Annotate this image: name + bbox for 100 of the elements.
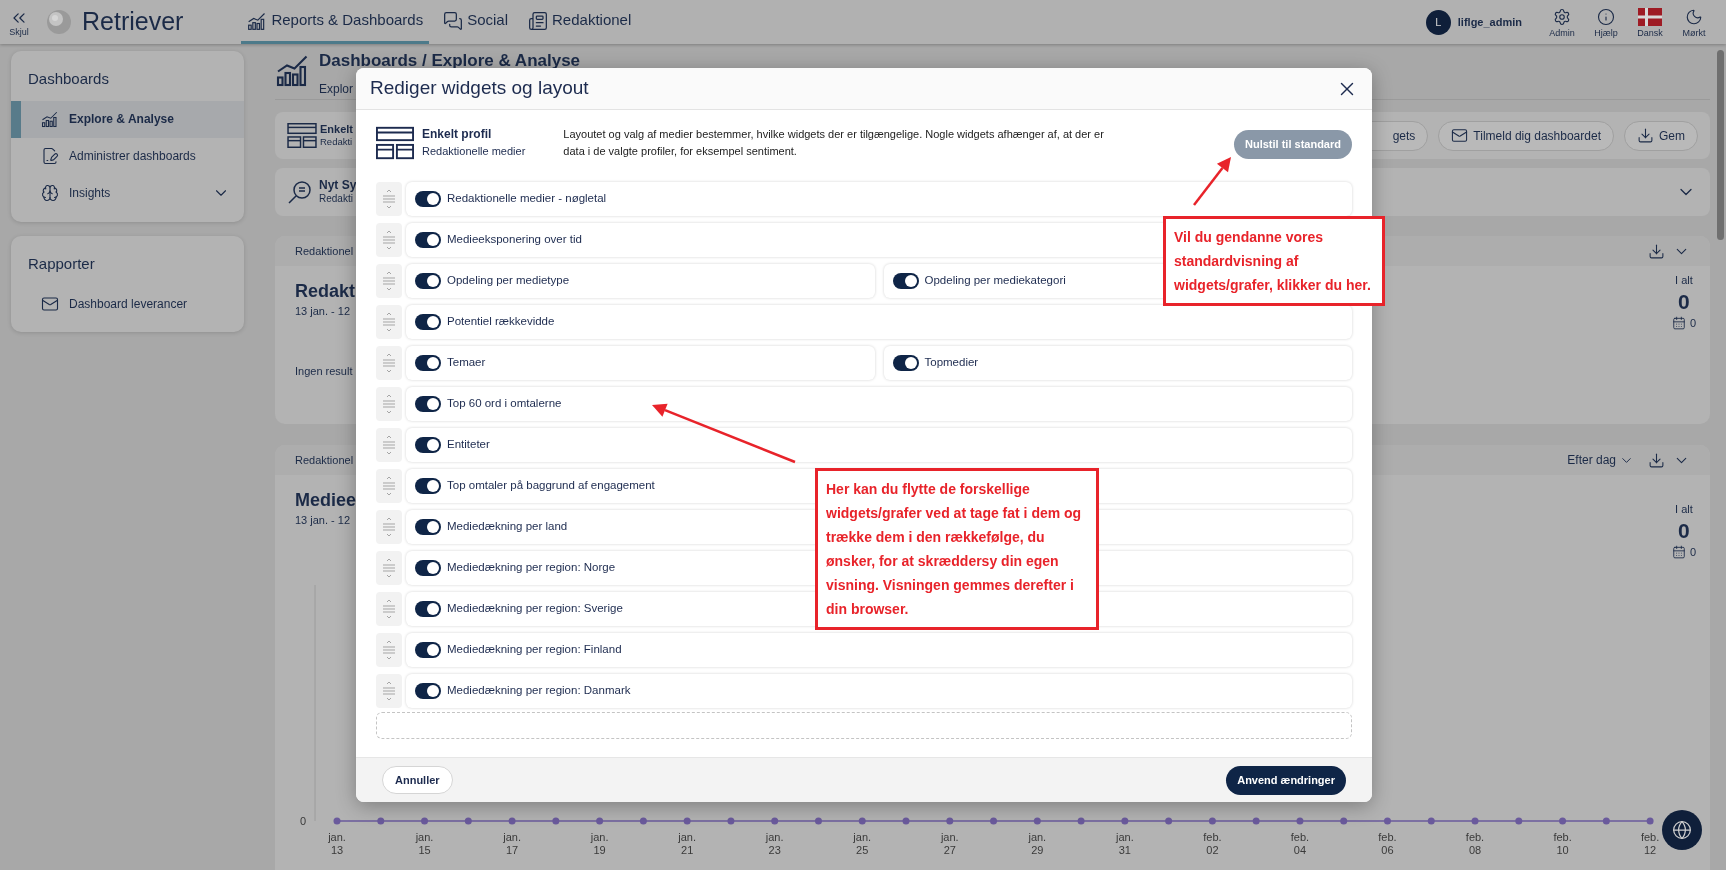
cancel-button[interactable]: Annuller — [382, 766, 453, 794]
nav-tab[interactable]: Redaktionel — [522, 0, 638, 44]
widget-label: Opdeling per medietype — [447, 273, 570, 289]
drag-handle[interactable] — [376, 346, 402, 380]
toggle-switch[interactable] — [415, 478, 441, 494]
toolbar-button[interactable]: Dansk — [1628, 6, 1672, 38]
moon-icon — [1685, 7, 1703, 26]
widget-row[interactable]: Mediedækning per region: Danmark — [406, 674, 1352, 708]
date-range: 13 jan. - 12 — [295, 303, 352, 319]
widget-row[interactable]: Opdeling per medietype — [406, 264, 875, 298]
axis-label: feb. 10 — [1553, 831, 1572, 856]
toggle-switch[interactable] — [415, 273, 441, 289]
nav-tab[interactable]: Social — [437, 0, 515, 44]
widget-row[interactable]: Topmedier — [883, 346, 1352, 380]
widget-row[interactable]: Potentiel rækkevidde — [406, 305, 1352, 339]
collapse-button[interactable]: Skjul — [4, 7, 34, 37]
date-range: 13 jan. - 12 — [295, 512, 352, 528]
sidebar-item[interactable]: Explore & Analyse — [11, 100, 244, 138]
page-title: Dashboards / Explore & Analyse — [319, 52, 581, 70]
drag-handle[interactable] — [376, 510, 402, 544]
drag-handle-icon — [382, 599, 396, 619]
axis-label: jan. 21 — [678, 831, 697, 856]
toolbar-button[interactable]: Hjælp — [1584, 6, 1628, 38]
logo-text: Retriever — [82, 6, 184, 38]
toggle-switch[interactable] — [415, 601, 441, 617]
total-value: 0 — [1678, 288, 1690, 315]
toggle-switch[interactable] — [415, 396, 441, 412]
drag-handle[interactable] — [376, 633, 402, 667]
widget-label: Mediedækning per region: Norge — [447, 560, 616, 576]
drag-handle-icon — [382, 517, 396, 537]
axis-label: 0 — [299, 815, 307, 827]
drag-handle-icon — [382, 681, 396, 701]
widget-label: Medieeksponering over tid — [447, 232, 582, 248]
globe-icon — [1672, 820, 1692, 840]
drag-handle[interactable] — [376, 264, 402, 298]
toggle-switch[interactable] — [415, 560, 441, 576]
axis-label: jan. 23 — [765, 831, 784, 856]
widget-label: Redaktionelle medier - nøgletal — [447, 191, 607, 207]
toolbar-button[interactable]: Gem — [1624, 120, 1698, 151]
toolbar-button[interactable]: Tilmeld dig dashboardet — [1438, 120, 1614, 151]
drag-handle-icon — [382, 435, 396, 455]
flag-icon — [1638, 7, 1662, 26]
bar-chart-icon — [247, 10, 268, 31]
sidebar-item[interactable]: Insights — [11, 174, 244, 212]
section-title: Dashboards — [27, 69, 110, 89]
scrollbar[interactable] — [1717, 50, 1724, 240]
widget-row[interactable]: Entiteter — [406, 428, 1352, 462]
profile-name: Enkelt profil — [422, 127, 493, 143]
widget-row[interactable]: Mediedækning per region: Finland — [406, 633, 1352, 667]
sub-total: 0 — [1689, 544, 1696, 560]
widget-label: Top omtaler på baggrund af engagement — [447, 478, 655, 494]
dropdown-button[interactable]: Efter dag — [1567, 451, 1634, 469]
profile-subtitle: Redakti — [320, 136, 353, 149]
toggle-switch[interactable] — [892, 273, 919, 289]
drag-handle[interactable] — [376, 592, 402, 626]
user-name[interactable]: liflge_admin — [1457, 13, 1522, 31]
total-label: I alt — [1675, 502, 1693, 517]
nav-tab[interactable]: Reports & Dashboards — [241, 0, 430, 44]
toolbar-button[interactable]: Mørkt — [1672, 6, 1716, 38]
widget-label: Mediedækning per region: Sverige — [447, 601, 623, 617]
drag-handle[interactable] — [376, 428, 402, 462]
drag-handle[interactable] — [376, 674, 402, 708]
sidebar-item[interactable]: Administrer dashboards — [11, 137, 244, 175]
download-icon — [1648, 242, 1665, 260]
widget-label: Mediedækning per region: Danmark — [447, 683, 631, 699]
empty-message: Ingen result — [295, 364, 354, 379]
widget-label: Temaer — [447, 355, 486, 371]
settings-icon — [1553, 7, 1571, 26]
user-avatar[interactable]: L — [1425, 9, 1451, 35]
toggle-switch[interactable] — [415, 232, 441, 248]
axis-label: feb. 04 — [1290, 831, 1310, 856]
widget-label: Entiteter — [447, 437, 490, 453]
drag-handle[interactable] — [376, 182, 402, 216]
drag-handle[interactable] — [376, 223, 402, 257]
logo-icon — [46, 9, 72, 35]
toggle-switch[interactable] — [415, 642, 441, 658]
apply-button[interactable]: Anvend ændringer — [1226, 765, 1346, 795]
drag-handle[interactable] — [376, 551, 402, 585]
toggle-switch[interactable] — [892, 355, 919, 371]
axis-label: jan. 13 — [328, 831, 346, 856]
axis-label: jan. 17 — [503, 831, 521, 856]
toggle-switch[interactable] — [415, 314, 441, 330]
widget-row[interactable]: Redaktionelle medier - nøgletal — [406, 182, 1352, 216]
toolbar-button[interactable]: Admin — [1540, 6, 1584, 38]
widget-row[interactable]: Temaer — [406, 346, 875, 380]
toggle-switch[interactable] — [415, 355, 441, 371]
annotation-tooltip: Vil du gendanne vores standardvisning af widgets/grafer, klikker du her. — [1163, 216, 1385, 306]
drag-handle[interactable] — [376, 387, 402, 421]
toggle-switch[interactable] — [415, 437, 441, 453]
sidebar-item[interactable]: Dashboard leverancer — [11, 285, 244, 322]
drag-handle[interactable] — [376, 469, 402, 503]
card-header: Redaktionel — [295, 452, 354, 468]
widget-row[interactable]: Top 60 ord i omtalerne — [406, 387, 1352, 421]
download-icon — [1648, 451, 1665, 469]
drag-handle[interactable] — [376, 305, 402, 339]
annotation-arrow — [1193, 157, 1231, 206]
toggle-switch[interactable] — [415, 191, 441, 207]
toggle-switch[interactable] — [415, 519, 441, 535]
toggle-switch[interactable] — [415, 683, 441, 699]
calendar-icon — [1671, 545, 1686, 559]
